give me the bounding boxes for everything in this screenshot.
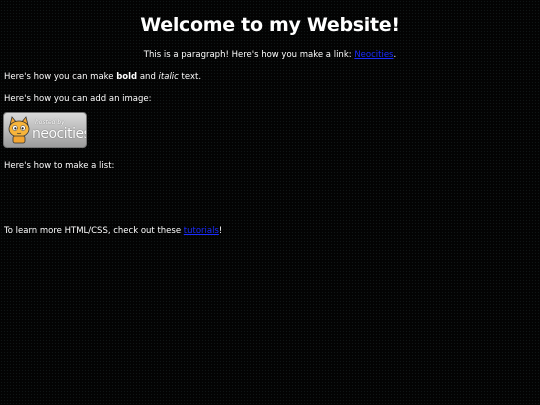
intro-paragraph: This is a paragraph! Here's how you make… [0,50,540,61]
italic-text: italic [158,72,179,82]
neocities-link[interactable]: Neocities [354,50,393,60]
bold-text: bold [116,72,138,82]
intro-suffix: . [393,50,397,60]
formatting-paragraph: Here's how you can make bold and italic … [4,72,201,83]
neocities-cat-icon [8,116,30,144]
formatting-middle: and [137,72,159,82]
list-paragraph: Here's how to make a list: [4,161,115,171]
formatting-prefix: Here's how you can make [4,72,117,82]
badge-brand-label: neocities [32,126,87,142]
tutorials-paragraph: To learn more HTML/CSS, check out these … [4,226,222,237]
page-title: Welcome to my Website! [140,14,400,36]
image-paragraph: Here's how you can add an image: [4,94,152,104]
intro-text: This is a paragraph! Here's how you make… [143,50,355,60]
footer-prefix: To learn more HTML/CSS, check out these [4,226,184,236]
badge-hosted-label: hosted by [35,119,65,126]
formatting-suffix: text. [178,72,202,82]
hosted-by-neocities-badge[interactable]: hosted by neocities [3,112,87,148]
footer-suffix: ! [218,226,223,236]
page: Welcome to my Website! This is a paragra… [0,0,540,405]
tutorials-link[interactable]: tutorials [184,226,219,236]
